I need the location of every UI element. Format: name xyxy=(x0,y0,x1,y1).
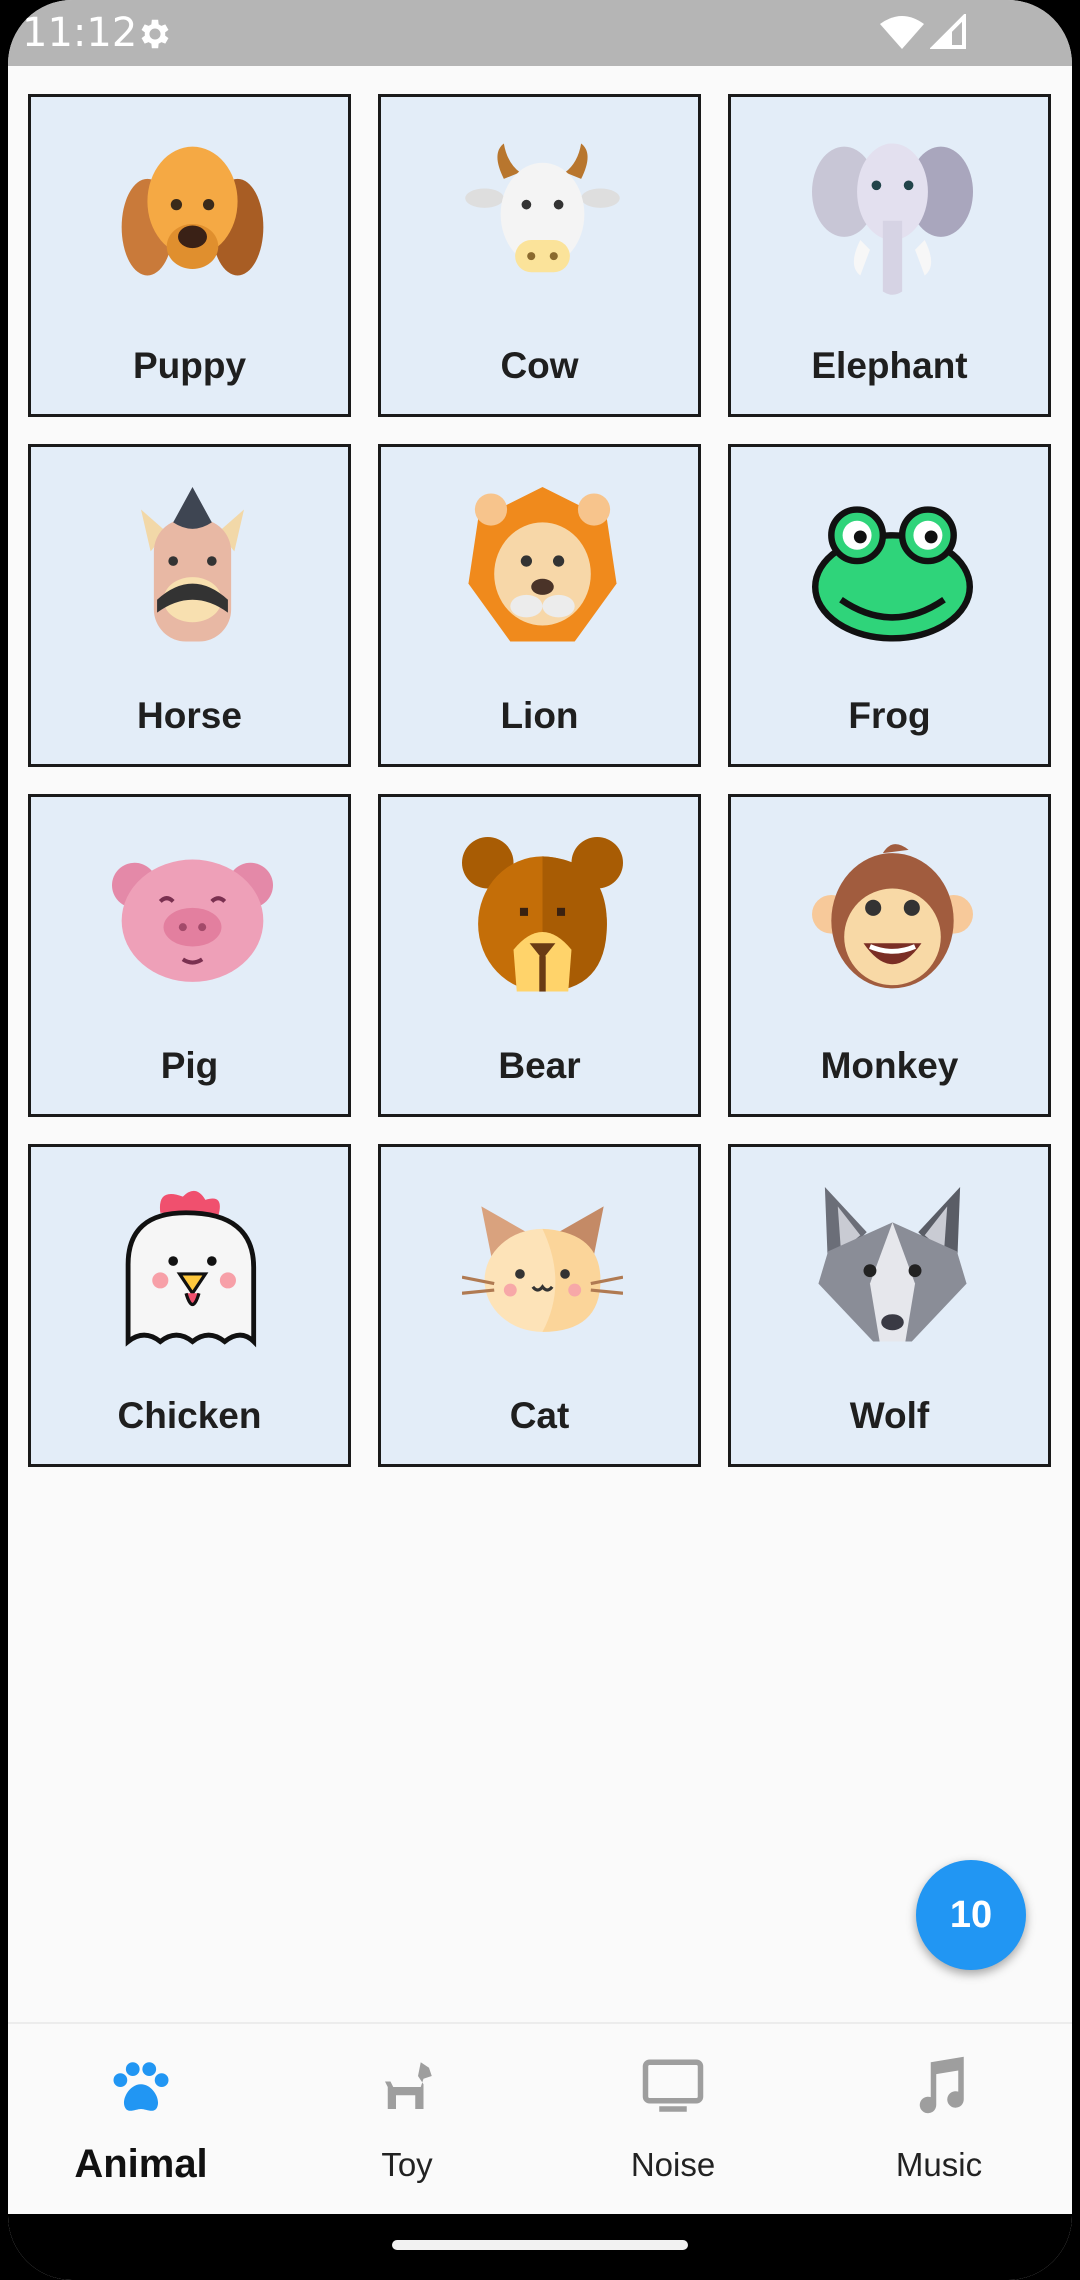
home-indicator[interactable] xyxy=(392,2240,688,2250)
cat-face-icon xyxy=(462,1206,623,1332)
animal-label: Lion xyxy=(500,695,579,736)
puppy-face-icon xyxy=(121,146,264,276)
lion-face-icon xyxy=(468,487,617,642)
animal-label: Bear xyxy=(498,1045,581,1086)
animal-label: Horse xyxy=(137,695,242,736)
animal-label: Pig xyxy=(160,1045,219,1086)
animal-tile-elephant[interactable]: Elephant xyxy=(728,94,1051,417)
bottom-navigation: Animal Toy Noise Music xyxy=(8,2022,1072,2217)
nav-label: Music xyxy=(895,2146,983,2183)
music-note-icon xyxy=(919,2056,964,2114)
app-screen: 11:12 Puppy Cow Elephant Horse Lion Frog… xyxy=(8,0,1072,2280)
nav-label: Noise xyxy=(630,2146,716,2183)
animal-tile-frog[interactable]: Frog xyxy=(728,444,1051,767)
animal-tile-chicken[interactable]: Chicken xyxy=(28,1144,351,1467)
animal-label: Cat xyxy=(509,1395,570,1436)
nav-item-music[interactable]: Music xyxy=(806,2024,1072,2219)
horse-face-icon xyxy=(140,487,245,642)
elephant-face-icon xyxy=(812,143,973,295)
nav-item-animal[interactable]: Animal xyxy=(8,2024,274,2219)
animal-tile-pig[interactable]: Pig xyxy=(28,794,351,1117)
animal-label: Wolf xyxy=(849,1395,930,1436)
nav-label: Animal xyxy=(74,2142,208,2186)
nav-item-noise[interactable]: Noise xyxy=(540,2024,806,2219)
toy-dog-icon xyxy=(385,2062,432,2109)
paw-icon xyxy=(113,2062,169,2111)
nav-label: Toy xyxy=(381,2146,433,2183)
animal-label: Chicken xyxy=(117,1395,262,1436)
animal-tile-wolf[interactable]: Wolf xyxy=(728,1144,1051,1467)
animal-label: Monkey xyxy=(820,1045,959,1086)
animal-tile-cat[interactable]: Cat xyxy=(378,1144,701,1467)
animal-tile-bear[interactable]: Bear xyxy=(378,794,701,1117)
animal-label: Puppy xyxy=(132,345,247,386)
animal-tile-monkey[interactable]: Monkey xyxy=(728,794,1051,1117)
bear-face-icon xyxy=(462,837,623,992)
animal-tile-puppy[interactable]: Puppy xyxy=(28,94,351,417)
animal-grid: Puppy Cow Elephant Horse Lion Frog Pig B… xyxy=(8,0,1072,1500)
wolf-face-icon xyxy=(818,1187,967,1342)
monitor-icon xyxy=(642,2059,704,2112)
monkey-face-icon xyxy=(812,844,973,989)
animal-label: Elephant xyxy=(811,345,968,386)
cow-face-icon xyxy=(465,143,620,273)
animal-label: Frog xyxy=(848,695,931,736)
animal-tile-lion[interactable]: Lion xyxy=(378,444,701,767)
animal-tile-horse[interactable]: Horse xyxy=(28,444,351,767)
chicken-face-icon xyxy=(125,1190,257,1348)
nav-item-toy[interactable]: Toy xyxy=(274,2024,540,2219)
animal-tile-cow[interactable]: Cow xyxy=(378,94,701,417)
frog-face-icon xyxy=(812,506,973,642)
count-fab-button[interactable]: 10 xyxy=(916,1860,1026,1970)
pig-face-icon xyxy=(112,859,273,982)
animal-label: Cow xyxy=(500,345,579,386)
